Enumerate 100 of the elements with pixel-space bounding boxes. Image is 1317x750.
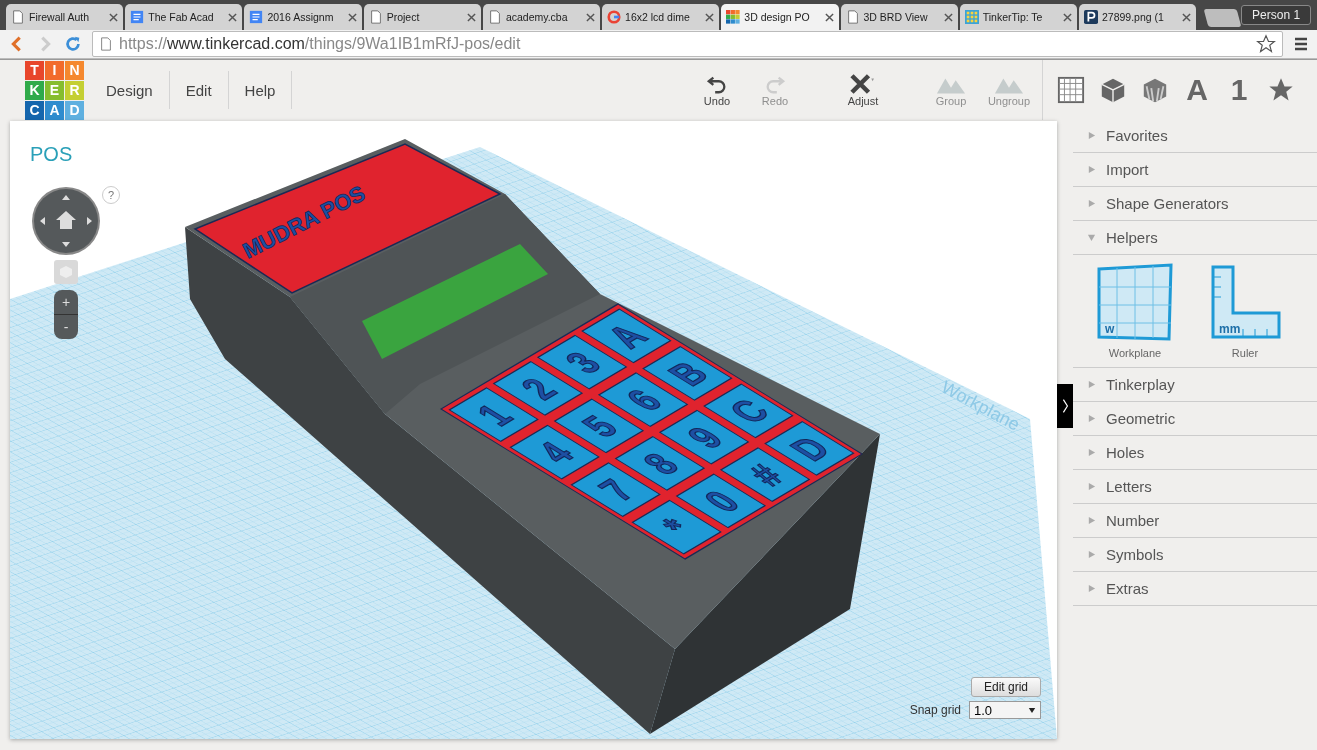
- close-icon[interactable]: [228, 12, 238, 22]
- close-icon[interactable]: [466, 12, 476, 22]
- browser-tab[interactable]: TinkerTip: Te: [959, 4, 1077, 30]
- close-icon[interactable]: [1182, 12, 1192, 22]
- sidebar-item[interactable]: Import: [1073, 153, 1317, 187]
- sidebar-item[interactable]: Extras: [1073, 572, 1317, 606]
- cube-icon[interactable]: [1099, 76, 1127, 104]
- menu-item[interactable]: Design: [90, 71, 170, 109]
- triangle-icon: [1087, 199, 1096, 208]
- triangle-icon: [1087, 165, 1096, 174]
- collapse-handle[interactable]: [1057, 384, 1073, 428]
- logo-letter: I: [45, 60, 64, 80]
- triangle-icon: [1087, 380, 1096, 389]
- close-icon[interactable]: [824, 12, 834, 22]
- logo-letter: N: [65, 60, 84, 80]
- sidebar-item[interactable]: Letters: [1073, 470, 1317, 504]
- zoom-out-button[interactable]: -: [54, 315, 78, 339]
- orbit-control[interactable]: [34, 189, 98, 253]
- design-title: POS: [30, 143, 73, 166]
- unit-letter: w: [1105, 322, 1115, 336]
- text-shape-button[interactable]: A: [1183, 73, 1211, 107]
- close-icon[interactable]: [347, 12, 357, 22]
- document-icon: [130, 10, 145, 24]
- close-icon[interactable]: [943, 12, 953, 22]
- menu-item[interactable]: Help: [228, 71, 293, 109]
- close-icon[interactable]: [705, 12, 715, 22]
- address-field[interactable]: https://www.tinkercad.com/things/9Wa1IB1mRfJ-pos/edit: [92, 31, 1283, 57]
- close-icon[interactable]: [586, 12, 596, 22]
- tile-logo-icon: [726, 10, 741, 24]
- page-icon: [845, 10, 860, 24]
- shape-tile[interactable]: w Workplane: [1095, 263, 1175, 359]
- logo-letter: A: [45, 100, 64, 120]
- shape-tile[interactable]: mm Ruler: [1205, 263, 1285, 359]
- help-button[interactable]: ?: [102, 186, 120, 204]
- logo-letter: C: [25, 100, 44, 120]
- triangle-icon: [1087, 550, 1096, 559]
- tab-title: 3D design PO: [744, 11, 811, 23]
- menu-item[interactable]: Edit: [169, 71, 229, 109]
- bookmark-star-icon[interactable]: [1256, 34, 1276, 54]
- browser-tab[interactable]: 3D design PO: [721, 4, 839, 30]
- tab-title: TinkerTip: Te: [982, 11, 1044, 23]
- grid-icon: [964, 10, 979, 24]
- zoom-in-button[interactable]: +: [54, 290, 78, 315]
- triangle-icon: [1087, 448, 1096, 457]
- snap-grid-select[interactable]: 1.0: [969, 701, 1041, 719]
- close-icon[interactable]: [1062, 12, 1072, 22]
- striped-cube-icon[interactable]: [1141, 76, 1169, 104]
- logo-letter: R: [65, 80, 84, 100]
- toolbar-button[interactable]: Adjust: [840, 73, 886, 107]
- dropdown-icon: [1028, 706, 1036, 714]
- browser-tab[interactable]: academy.cba: [482, 4, 601, 30]
- grid-icon[interactable]: [1057, 76, 1085, 104]
- page-icon: [487, 10, 502, 24]
- tab-title: 3D BRD View: [863, 11, 929, 23]
- logo-letter: E: [45, 80, 64, 100]
- sidebar-item[interactable]: Tinkerplay: [1073, 368, 1317, 402]
- p-logo-icon: [1083, 10, 1098, 24]
- browser-tab[interactable]: 2016 Assignm: [244, 4, 362, 30]
- profile-button[interactable]: Person 1: [1241, 5, 1312, 25]
- reload-icon[interactable]: [64, 35, 82, 53]
- browser-tab[interactable]: Project: [363, 4, 481, 30]
- triangle-icon: [1087, 131, 1096, 140]
- g-logo-icon: [607, 10, 622, 24]
- tab-title: The Fab Acad: [148, 11, 215, 23]
- triangle-icon: [1087, 414, 1096, 423]
- tab-title: Firewall Auth: [29, 11, 91, 23]
- sidebar-item[interactable]: Helpers: [1073, 221, 1317, 255]
- browser-tab[interactable]: 27899.png (1: [1078, 4, 1197, 30]
- browser-tab[interactable]: 16x2 lcd dime: [602, 4, 720, 30]
- text-shape-button[interactable]: 1: [1225, 73, 1253, 107]
- page-icon: [11, 10, 25, 24]
- triangle-icon: [1087, 482, 1096, 491]
- tab-title: 2016 Assignm: [267, 11, 335, 23]
- logo-letter: K: [25, 80, 44, 100]
- sidebar-item[interactable]: Symbols: [1073, 538, 1317, 572]
- tab-title: 27899.png (1: [1101, 11, 1165, 23]
- sidebar-item[interactable]: Favorites: [1073, 119, 1317, 153]
- close-icon[interactable]: [109, 12, 119, 22]
- sidebar-item[interactable]: Shape Generators: [1073, 187, 1317, 221]
- sidebar-item[interactable]: Holes: [1073, 436, 1317, 470]
- sidebar-item[interactable]: Geometric: [1073, 402, 1317, 436]
- tab-title: 16x2 lcd dime: [625, 11, 691, 23]
- triangle-icon: [1087, 584, 1096, 593]
- new-tab-button[interactable]: [1203, 9, 1242, 27]
- browser-tab[interactable]: The Fab Acad: [125, 4, 243, 30]
- browser-tab[interactable]: Firewall Auth: [6, 4, 124, 30]
- edit-grid-button[interactable]: Edit grid: [970, 677, 1041, 697]
- document-icon: [249, 10, 264, 24]
- page-icon: [368, 10, 383, 24]
- logo[interactable]: T I N K E R C A D: [25, 60, 84, 120]
- tab-title: academy.cba: [505, 11, 569, 23]
- tab-title: Project: [386, 11, 421, 23]
- snap-grid-label: Snap grid: [909, 703, 961, 717]
- triangle-icon: [1087, 233, 1096, 242]
- browser-tab[interactable]: 3D BRD View: [840, 4, 958, 30]
- menu-icon[interactable]: [1293, 36, 1309, 52]
- chevron-icon: [1061, 397, 1069, 415]
- sidebar-item[interactable]: Number: [1073, 504, 1317, 538]
- toolbar-button[interactable]: Undo: [694, 73, 740, 107]
- page-icon: [99, 37, 113, 51]
